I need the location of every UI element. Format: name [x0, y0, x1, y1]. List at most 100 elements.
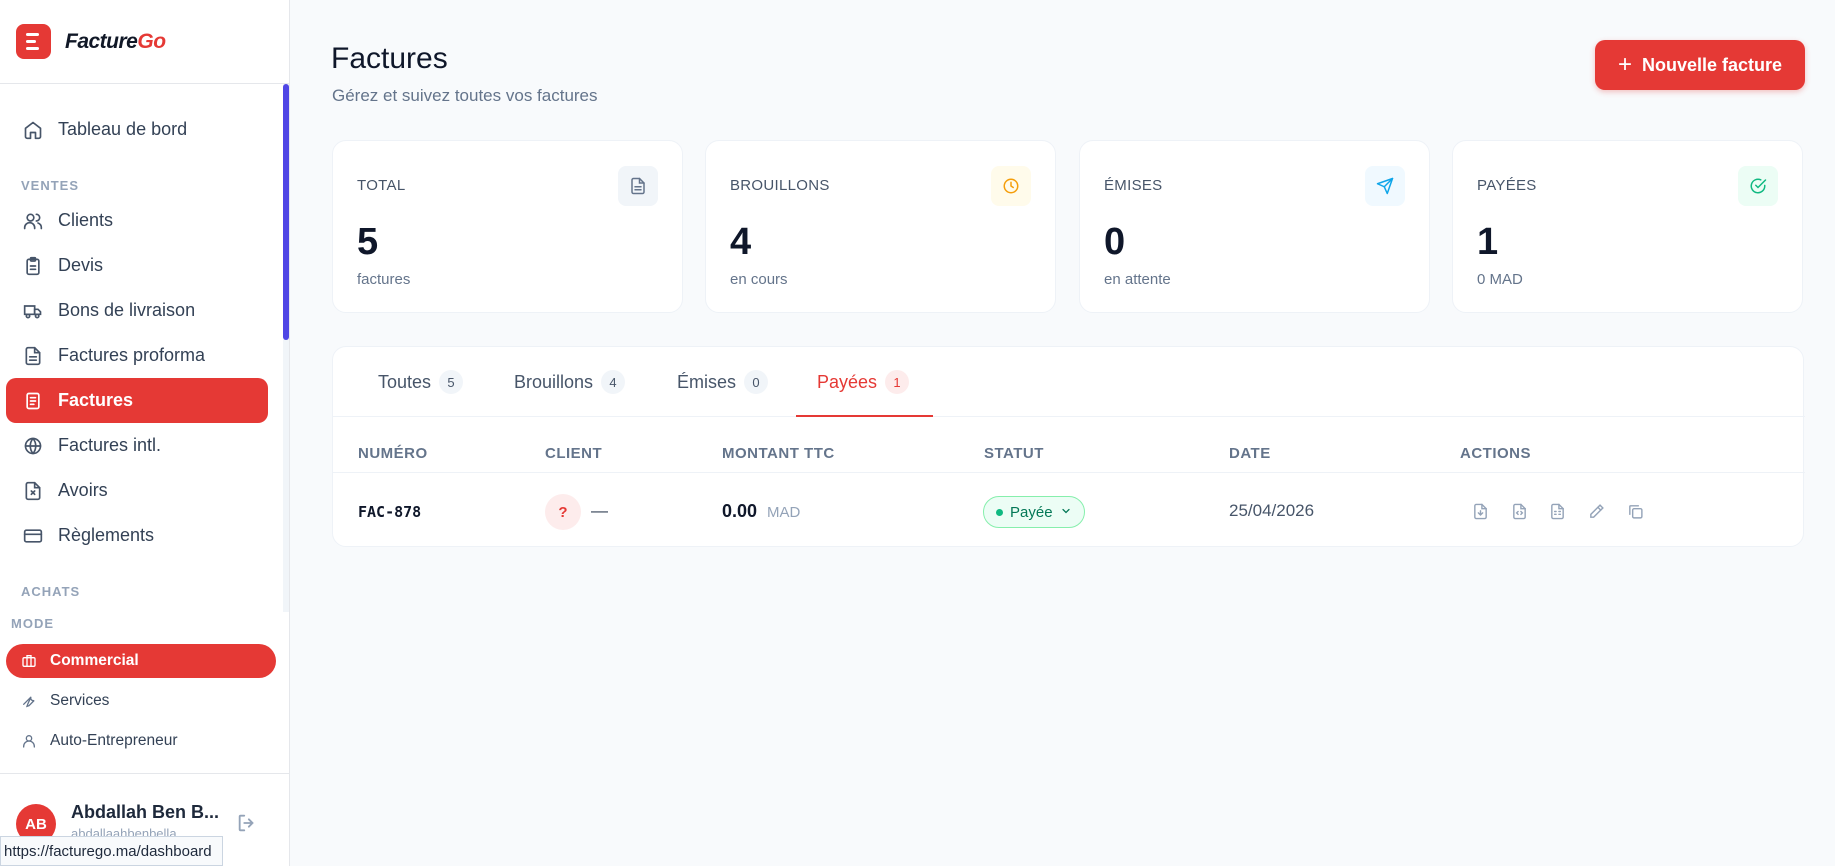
column-header-statut[interactable]: STATUT	[984, 445, 1044, 462]
section-label-ventes: VENTES	[21, 178, 80, 193]
mode-label: MODE	[11, 616, 54, 631]
mode-services[interactable]: Services	[6, 684, 276, 718]
check-circle-icon	[1738, 166, 1778, 206]
sidebar-item-reglements[interactable]: Règlements	[6, 513, 268, 558]
sidebar-item-bons-de-livraison[interactable]: Bons de livraison	[6, 288, 268, 333]
sidebar-nav: Tableau de bord VENTES Clients Devis Bon…	[0, 84, 290, 612]
header-divider	[333, 472, 1805, 473]
sidebar-item-label: Clients	[58, 210, 114, 230]
logo[interactable]: FactureGo	[0, 0, 289, 84]
column-header-actions: ACTIONS	[1460, 445, 1531, 462]
sidebar-item-factures-intl[interactable]: Factures intl.	[6, 423, 268, 468]
column-header-numero[interactable]: NUMÉRO	[358, 445, 428, 462]
spreadsheet-icon[interactable]	[1546, 500, 1568, 522]
truck-icon	[22, 300, 44, 322]
new-invoice-button[interactable]: + Nouvelle facture	[1595, 40, 1805, 90]
sidebar-item-label: Factures intl.	[58, 435, 162, 455]
sidebar-item-devis[interactable]: Devis	[6, 243, 268, 288]
stat-card-emises: ÉMISES 0 en attente	[1079, 140, 1430, 313]
sidebar: FactureGo Tableau de bord VENTES Clients…	[0, 0, 290, 866]
tab-label: Émises	[677, 371, 737, 392]
column-header-client[interactable]: CLIENT	[545, 445, 602, 462]
sidebar-item-dashboard[interactable]: Tableau de bord	[6, 107, 268, 152]
column-header-montant[interactable]: MONTANT TTC	[722, 445, 835, 462]
sidebar-item-label: Tableau de bord	[58, 119, 188, 139]
status-dropdown[interactable]: Payée	[983, 496, 1085, 528]
plus-icon: +	[1617, 51, 1632, 78]
tab-emises[interactable]: Émises 0	[677, 347, 769, 417]
stat-label: ÉMISES	[1104, 177, 1163, 194]
tab-label: Payées	[817, 371, 878, 392]
status-dot-icon	[996, 508, 1003, 516]
tab-label: Toutes	[378, 371, 432, 392]
section-label-achats: ACHATS	[21, 584, 81, 599]
stat-value: 0	[1104, 221, 1126, 263]
stat-label: PAYÉES	[1477, 177, 1537, 194]
tab-count-badge: 0	[744, 370, 769, 394]
duplicate-icon[interactable]	[1624, 500, 1646, 522]
sidebar-item-factures[interactable]: Factures	[6, 378, 268, 423]
clock-icon	[991, 166, 1031, 206]
briefcase-icon	[20, 652, 38, 670]
mode-label-text: Auto-Entrepreneur	[50, 732, 178, 749]
active-tab-indicator	[796, 415, 933, 417]
stat-label: TOTAL	[357, 177, 406, 194]
stat-value: 1	[1477, 221, 1499, 263]
tab-brouillons[interactable]: Brouillons 4	[514, 347, 626, 417]
client-avatar: ?	[545, 494, 581, 530]
url-status-tooltip: https://facturego.ma/dashboard	[0, 836, 223, 866]
tab-label: Brouillons	[514, 371, 594, 392]
sidebar-item-label: Bons de livraison	[58, 300, 196, 320]
home-icon	[22, 119, 44, 141]
chevron-down-icon	[1060, 504, 1072, 521]
stat-card-total: TOTAL 5 factures	[332, 140, 683, 313]
new-invoice-label: Nouvelle facture	[1641, 54, 1783, 75]
page-subtitle: Gérez et suivez toutes vos factures	[332, 86, 598, 105]
sidebar-item-label: Factures proforma	[58, 345, 206, 365]
document-icon	[618, 166, 658, 206]
export-xml-icon[interactable]	[1508, 500, 1530, 522]
sidebar-item-label: Avoirs	[58, 480, 108, 500]
wrench-icon	[20, 692, 38, 710]
mode-commercial[interactable]: Commercial	[6, 644, 276, 678]
user-icon	[20, 732, 38, 750]
logo-mark-icon	[16, 24, 51, 59]
mode-label-text: Services	[50, 692, 110, 709]
receipt-icon	[22, 390, 44, 412]
credit-card-icon	[22, 525, 44, 547]
tab-count-badge: 4	[601, 370, 626, 394]
invoice-date: 25/04/2026	[1229, 501, 1315, 520]
send-icon	[1365, 166, 1405, 206]
invoices-panel: Toutes 5 Brouillons 4 Émises 0 Payées 1 …	[332, 346, 1805, 547]
sidebar-item-avoirs[interactable]: Avoirs	[6, 468, 268, 513]
status-label: Payée	[1010, 503, 1053, 521]
sidebar-item-label: Règlements	[58, 525, 155, 545]
file-icon	[22, 345, 44, 367]
sidebar-item-factures-proforma[interactable]: Factures proforma	[6, 333, 268, 378]
tab-count-badge: 5	[439, 370, 464, 394]
stat-value: 5	[357, 221, 379, 263]
sidebar-item-label: Devis	[58, 255, 104, 275]
download-pdf-icon[interactable]	[1469, 500, 1491, 522]
stat-card-brouillons: BROUILLONS 4 en cours	[705, 140, 1056, 313]
file-x-icon	[22, 480, 44, 502]
logo-text: FactureGo	[65, 29, 166, 53]
invoice-number[interactable]: FAC-878	[358, 503, 421, 521]
clipboard-icon	[22, 255, 44, 277]
sidebar-scrollbar-thumb[interactable]	[283, 84, 289, 340]
mode-label-text: Commercial	[50, 652, 139, 669]
sidebar-item-clients[interactable]: Clients	[6, 198, 268, 243]
stat-label: BROUILLONS	[730, 177, 830, 194]
mode-auto-entrepreneur[interactable]: Auto-Entrepreneur	[6, 724, 276, 758]
logout-icon[interactable]	[236, 812, 258, 839]
edit-icon[interactable]	[1585, 500, 1607, 522]
amount-currency: MAD	[767, 504, 801, 521]
column-header-date[interactable]: DATE	[1229, 445, 1271, 462]
tab-toutes[interactable]: Toutes 5	[378, 347, 464, 417]
tab-payees[interactable]: Payées 1	[817, 347, 910, 417]
amount-value: 0.00	[722, 501, 758, 521]
stat-sub: en attente	[1104, 271, 1171, 288]
client-name: —	[591, 501, 608, 520]
stat-sub: 0 MAD	[1477, 271, 1523, 288]
users-icon	[22, 210, 44, 232]
